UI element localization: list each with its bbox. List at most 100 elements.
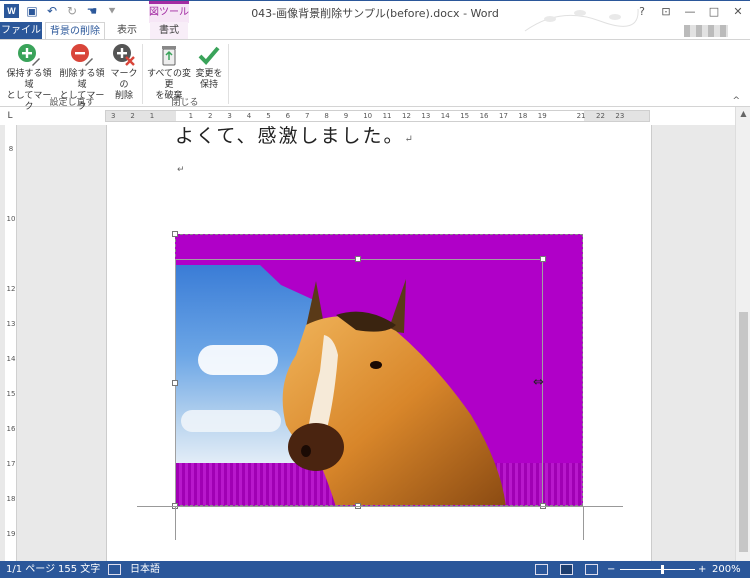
minus-pencil-icon <box>71 44 93 66</box>
ruler-tick-label: 17 <box>6 460 16 468</box>
document-page[interactable]: よくて、感激しました。↵ ↵ ⇔ <box>106 125 652 561</box>
resize-cursor-icon: ⇔ <box>533 375 544 390</box>
print-layout-icon[interactable] <box>560 564 573 575</box>
undo-icon[interactable]: ↶ <box>45 4 59 18</box>
title-bar: W ▣ ↶ ↻ ☚ ⯆ 図ツール 043-画像背景削除サンプル(before).… <box>0 0 750 32</box>
quick-access-toolbar: W ▣ ↶ ↻ ☚ ⯆ <box>4 4 119 18</box>
vertical-scrollbar[interactable]: ▲ <box>735 107 750 561</box>
ruler-tick-label: 18 <box>518 112 528 120</box>
ribbon-display-options-button[interactable]: ⊡ <box>654 1 678 23</box>
proofing-icon[interactable] <box>108 564 121 575</box>
ruler-tick-label: 18 <box>6 495 16 503</box>
restore-button[interactable]: □ <box>702 1 726 23</box>
body-text-line[interactable]: よくて、感激しました。↵ <box>175 125 415 148</box>
ruler-tick-label: 3 <box>227 112 232 120</box>
ruler-tick-label: 10 <box>363 112 373 120</box>
redo-icon[interactable]: ↻ <box>65 4 79 18</box>
ruler-tick-label: 13 <box>421 112 431 120</box>
tab-background-removal[interactable]: 背景の削除 <box>45 22 105 39</box>
ruler-tick-label: 5 <box>266 112 271 120</box>
close-button[interactable]: ✕ <box>726 1 750 23</box>
delete-mark-icon <box>113 44 135 66</box>
keep-changes-button[interactable]: 変更を 保持 <box>193 43 225 91</box>
crop-guide-line <box>137 506 623 507</box>
remove-label-1: 削除する領域 <box>59 69 105 90</box>
ruler-tick-label: 15 <box>460 112 470 120</box>
delete-mark-button[interactable]: マークの 削除 <box>108 43 140 102</box>
ruler-tick-label: 12 <box>6 285 16 293</box>
ruler-tick-label: 12 <box>402 112 411 120</box>
ruler-tick-label: 13 <box>6 320 16 328</box>
checkmark-icon <box>198 46 220 65</box>
ruler-tick-label: 10 <box>6 215 16 223</box>
ruler-tick-label: 4 <box>246 112 252 120</box>
minimize-button[interactable]: — <box>678 1 702 23</box>
group-separator <box>228 44 229 104</box>
ruler-tick-label: 1 <box>149 112 155 120</box>
tab-format[interactable]: 書式 <box>150 22 188 39</box>
ruler-tick-label: 3 <box>111 112 116 120</box>
customize-icon[interactable]: ⯆ <box>105 4 119 18</box>
group-refine-label: 設定し直す <box>49 98 95 108</box>
ruler-tick-label: 22 <box>596 112 605 120</box>
page-count[interactable]: 1/1 ページ <box>6 561 55 578</box>
ruler-tick-label: 19 <box>537 112 547 120</box>
resize-handle[interactable] <box>355 256 361 262</box>
scrollbar-thumb[interactable] <box>739 312 748 552</box>
zoom-out-button[interactable]: − <box>607 561 615 578</box>
context-tool-label: 図ツール <box>149 1 189 23</box>
tab-file[interactable]: ファイル <box>0 22 42 39</box>
resize-handle[interactable] <box>172 231 178 237</box>
paragraph-mark: ↵ <box>404 134 415 145</box>
resize-handle[interactable] <box>540 256 546 262</box>
ruler-tick-label: 14 <box>440 112 450 120</box>
read-mode-icon[interactable] <box>535 564 548 575</box>
status-bar: 1/1 ページ 155 文字 日本語 − + 200% <box>0 561 750 578</box>
discard-all-changes-button[interactable]: すべての変更 を破棄 <box>145 43 193 102</box>
window-controls: ? ⊡ — □ ✕ <box>630 1 750 23</box>
ruler-tick-label: 15 <box>6 390 16 398</box>
zoom-slider[interactable] <box>620 569 695 570</box>
scroll-up-icon[interactable]: ▲ <box>736 107 750 121</box>
word-count[interactable]: 155 文字 <box>58 561 100 578</box>
vertical-ruler[interactable]: 810121314151617181920 <box>5 125 17 561</box>
document-area: 810121314151617181920 よくて、感激しました。↵ ↵ <box>0 125 735 561</box>
paragraph-mark: ↵ <box>177 165 185 175</box>
horizontal-ruler[interactable]: 3 2 1 1 2 3 4 5 6 7 8 9 10 11 12 13 14 15 16 17 18 19 21 22 23 <box>105 110 650 122</box>
ruler-tick-label: 16 <box>479 112 489 120</box>
resize-handle[interactable] <box>172 380 178 386</box>
delete-label-1: マークの <box>110 69 138 90</box>
keep-changes-label-2: 保持 <box>199 80 218 90</box>
discard-label-1: すべての変更 <box>146 69 191 90</box>
save-icon[interactable]: ▣ <box>25 4 39 18</box>
tab-selector[interactable]: L <box>0 107 20 125</box>
ruler-tick-label: 2 <box>208 112 213 120</box>
help-button[interactable]: ? <box>630 1 654 23</box>
plus-pencil-icon <box>18 44 40 66</box>
ruler-tick-label: 2 <box>130 112 135 120</box>
marquee-selection-box[interactable] <box>175 259 543 507</box>
touch-mode-icon[interactable]: ☚ <box>85 4 99 18</box>
ruler-tick-label: 7 <box>305 112 310 120</box>
collapse-ribbon-button[interactable]: ^ <box>732 96 740 106</box>
zoom-in-button[interactable]: + <box>698 561 706 578</box>
word-logo-icon[interactable]: W <box>4 4 19 18</box>
zoom-slider-thumb[interactable] <box>661 565 664 574</box>
zoom-level[interactable]: 200% <box>712 561 741 578</box>
ruler-tick-label: 19 <box>6 530 16 538</box>
ribbon-tabs: ファイル 背景の削除 表示 書式 <box>0 22 750 39</box>
tab-view[interactable]: 表示 <box>108 22 146 39</box>
ruler-tick-label: 9 <box>343 112 349 120</box>
ruler-tick-label: 17 <box>499 112 508 120</box>
language[interactable]: 日本語 <box>130 561 160 578</box>
ruler-tick-label: 14 <box>6 355 16 363</box>
ruler-tick-label: 8 <box>8 145 14 153</box>
keep-changes-label-1: 変更を <box>195 69 223 79</box>
ruler-tick-label: 11 <box>382 112 392 120</box>
group-close-label: 閉じる <box>171 98 199 108</box>
recycle-bin-icon <box>162 46 176 66</box>
ruler-tick-label: 21 <box>576 112 586 120</box>
user-account-blurred[interactable] <box>684 25 728 37</box>
keep-label-1: 保持する領域 <box>6 69 52 90</box>
web-layout-icon[interactable] <box>585 564 598 575</box>
